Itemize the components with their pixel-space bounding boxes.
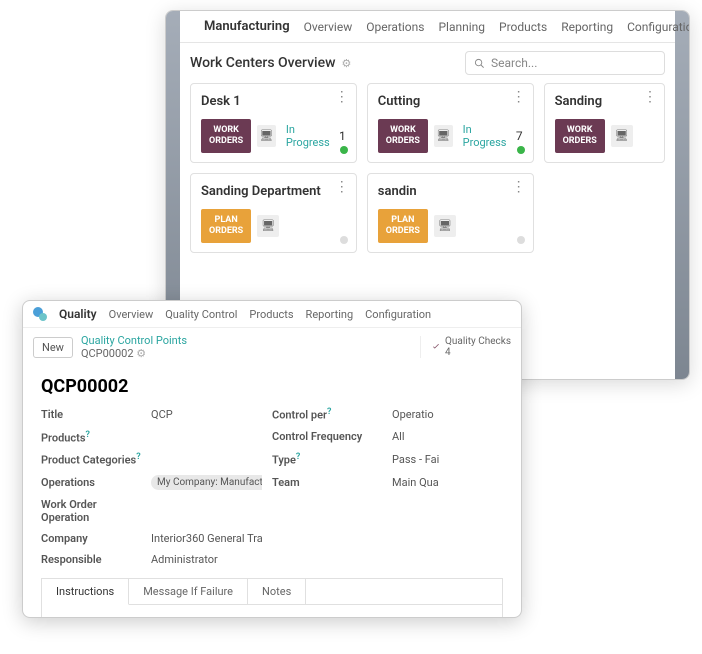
field-value[interactable]: Administrator bbox=[151, 553, 262, 566]
nav-planning[interactable]: Planning bbox=[438, 20, 485, 34]
nav-quality-control[interactable]: Quality Control bbox=[165, 308, 237, 321]
page-title: Work Centers Overview bbox=[190, 55, 336, 71]
field-label: Responsible bbox=[41, 553, 141, 566]
field-label: Work Order Operation bbox=[41, 498, 141, 524]
card-menu-icon[interactable]: ⋮ bbox=[512, 94, 525, 101]
card-menu-icon[interactable]: ⋮ bbox=[335, 184, 348, 191]
card-title: sandin bbox=[378, 184, 523, 199]
tab-message-if-failure[interactable]: Message If Failure bbox=[129, 579, 248, 604]
breadcrumb-link[interactable]: Quality Control Points bbox=[81, 334, 187, 347]
gear-icon[interactable]: ⚙ bbox=[342, 57, 352, 70]
card-status: In Progress bbox=[286, 123, 333, 149]
monitor-icon[interactable]: 🖥 bbox=[434, 125, 453, 147]
status-dot-icon bbox=[517, 146, 525, 154]
card-menu-icon[interactable]: ⋮ bbox=[643, 94, 656, 101]
card-menu-icon[interactable]: ⋮ bbox=[335, 94, 348, 101]
nav-products[interactable]: Products bbox=[249, 308, 293, 321]
search-placeholder: Search... bbox=[491, 56, 537, 70]
work-center-card[interactable]: Sanding ⋮ WORKORDERS 🖥 bbox=[544, 83, 665, 163]
breadcrumb-id: QCP00002 bbox=[81, 347, 134, 360]
nav-overview[interactable]: Overview bbox=[304, 20, 353, 34]
work-center-card[interactable]: Cutting ⋮ WORKORDERS 🖥 In Progress 7 bbox=[367, 83, 534, 163]
window-edge-right bbox=[675, 11, 689, 379]
card-title: Sanding bbox=[555, 94, 654, 109]
status-dot-icon bbox=[340, 236, 348, 244]
tab-instructions[interactable]: Instructions bbox=[42, 579, 129, 605]
orders-button[interactable]: WORKORDERS bbox=[555, 119, 605, 153]
nav-reporting[interactable]: Reporting bbox=[561, 20, 613, 34]
card-title: Cutting bbox=[378, 94, 523, 109]
operation-tag[interactable]: My Company: Manufacturing × bbox=[151, 475, 262, 490]
orders-button[interactable]: PLANORDERS bbox=[378, 209, 428, 243]
status-dot-icon bbox=[340, 146, 348, 154]
field-label: Company bbox=[41, 532, 141, 545]
field-label: Products? bbox=[41, 430, 141, 445]
field-value[interactable]: Operatio bbox=[392, 408, 503, 421]
field-value[interactable]: QCP bbox=[151, 408, 262, 421]
qc-count: 4 bbox=[445, 347, 511, 358]
field-label: Title bbox=[41, 408, 141, 421]
qual-top-nav: Quality Overview Quality Control Product… bbox=[23, 301, 521, 328]
check-icon bbox=[431, 342, 441, 352]
field-label: Control Frequency bbox=[272, 430, 382, 443]
nav-configuration[interactable]: Configuration bbox=[365, 308, 431, 321]
nav-reporting[interactable]: Reporting bbox=[306, 308, 354, 321]
search-icon bbox=[474, 58, 485, 69]
orders-button[interactable]: WORKORDERS bbox=[378, 119, 428, 153]
card-count: 7 bbox=[516, 129, 523, 143]
field-label: Team bbox=[272, 476, 382, 489]
orders-button[interactable]: PLANORDERS bbox=[201, 209, 251, 243]
status-dot-icon bbox=[517, 236, 525, 244]
quality-checks-stat[interactable]: Quality Checks 4 bbox=[420, 336, 511, 358]
field-value[interactable]: My Company: Manufacturing × bbox=[151, 475, 262, 490]
nav-products[interactable]: Products bbox=[499, 20, 547, 34]
record-title: QCP00002 bbox=[41, 376, 503, 397]
new-button[interactable]: New bbox=[33, 337, 73, 358]
card-status: In Progress bbox=[463, 123, 510, 149]
qual-app-title: Quality bbox=[59, 307, 97, 321]
search-input[interactable]: Search... bbox=[465, 51, 665, 75]
field-label: Control per? bbox=[272, 407, 382, 422]
card-count: 1 bbox=[339, 129, 346, 143]
instructions-textarea[interactable]: Describe the quality check to do... bbox=[41, 604, 503, 618]
field-value[interactable]: Interior360 General Trading LLC bbox=[151, 532, 262, 545]
mfg-top-nav: Manufacturing Overview Operations Planni… bbox=[180, 11, 675, 43]
monitor-icon[interactable]: 🖥 bbox=[434, 215, 456, 237]
monitor-icon[interactable]: 🖥 bbox=[257, 125, 276, 147]
monitor-icon[interactable]: 🖥 bbox=[611, 125, 633, 147]
orders-button[interactable]: WORKORDERS bbox=[201, 119, 251, 153]
field-label: Product Categories? bbox=[41, 452, 141, 467]
field-label: Operations bbox=[41, 476, 141, 489]
field-value[interactable]: All bbox=[392, 430, 503, 443]
work-center-card[interactable]: Desk 1 ⋮ WORKORDERS 🖥 In Progress 1 bbox=[190, 83, 357, 163]
field-label: Type? bbox=[272, 452, 382, 467]
card-title: Desk 1 bbox=[201, 94, 346, 109]
card-title: Sanding Department bbox=[201, 184, 346, 199]
qual-logo-icon bbox=[33, 307, 47, 321]
field-value[interactable]: Main Qua bbox=[392, 476, 503, 489]
qc-label: Quality Checks bbox=[445, 336, 511, 347]
nav-overview[interactable]: Overview bbox=[109, 308, 154, 321]
mfg-app-title: Manufacturing bbox=[204, 19, 290, 34]
work-center-card[interactable]: sandin ⋮ PLANORDERS 🖥 bbox=[367, 173, 534, 253]
nav-operations[interactable]: Operations bbox=[366, 20, 424, 34]
tab-notes[interactable]: Notes bbox=[248, 579, 306, 604]
card-menu-icon[interactable]: ⋮ bbox=[512, 184, 525, 191]
monitor-icon[interactable]: 🖥 bbox=[257, 215, 279, 237]
field-value[interactable]: Pass - Fai bbox=[392, 453, 503, 466]
gear-icon[interactable]: ⚙ bbox=[136, 347, 146, 360]
work-center-card[interactable]: Sanding Department ⋮ PLANORDERS 🖥 bbox=[190, 173, 357, 253]
nav-configuration[interactable]: Configuration bbox=[627, 20, 690, 34]
quality-window: Quality Overview Quality Control Product… bbox=[22, 300, 522, 618]
